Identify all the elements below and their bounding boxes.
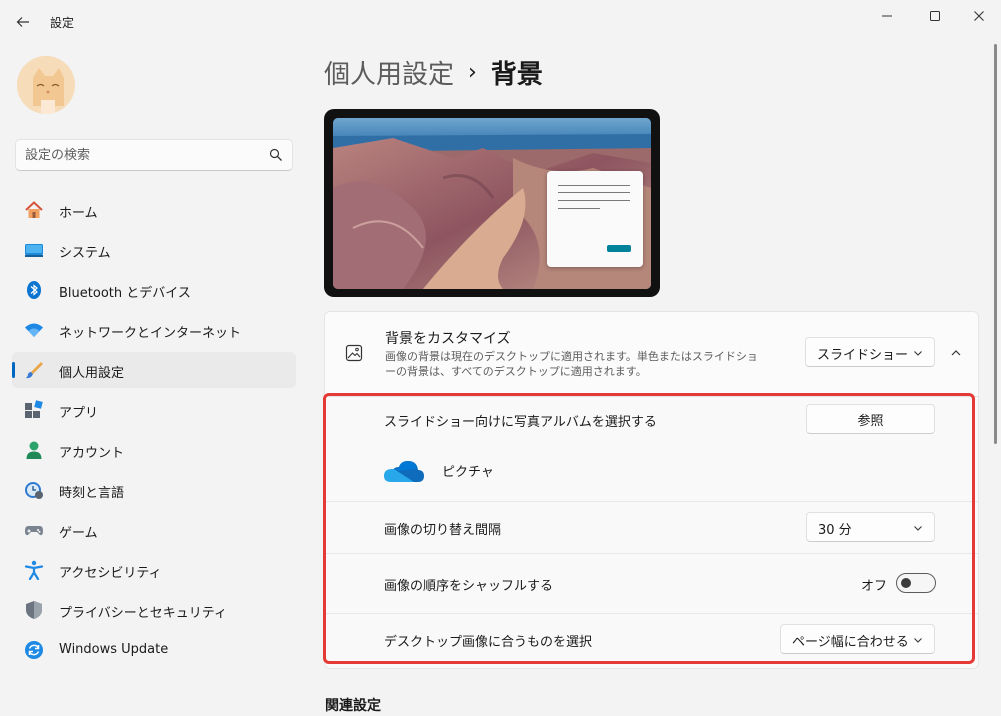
cat-avatar-icon [17, 56, 75, 114]
shuffle-row: 画像の順序をシャッフルする オフ [325, 554, 978, 614]
accessibility-icon [24, 560, 44, 580]
sidebar-item-gaming[interactable]: ゲーム [12, 512, 296, 548]
sidebar-nav: ホーム システム Bluetooth とデバイス ネットワークとインターネット … [12, 192, 296, 672]
dropdown-value: ページ幅に合わせる [792, 635, 909, 650]
sidebar-item-accounts[interactable]: アカウント [12, 432, 296, 468]
gamepad-icon [25, 526, 43, 536]
search-box [15, 139, 293, 171]
shield-icon [26, 601, 42, 619]
sidebar-item-home[interactable]: ホーム [12, 192, 296, 228]
breadcrumb-parent[interactable]: 個人用設定 [324, 54, 454, 91]
desktop-preview [324, 109, 660, 297]
bluetooth-icon [27, 281, 41, 299]
background-type-dropdown[interactable]: スライドショー [805, 337, 935, 367]
image-icon [345, 344, 363, 362]
home-icon [25, 201, 43, 218]
shuffle-toggle[interactable] [896, 573, 936, 593]
windows-update-icon [25, 641, 43, 659]
sidebar-item-system[interactable]: システム [12, 232, 296, 268]
collapse-button[interactable] [945, 342, 967, 364]
account-icon [26, 441, 42, 459]
browse-button[interactable]: 参照 [806, 404, 935, 434]
breadcrumb: 個人用設定 › 背景 [324, 54, 543, 91]
chevron-down-icon [914, 526, 922, 531]
sidebar-item-accessibility[interactable]: アクセシビリティ [12, 552, 296, 588]
sidebar-item-label: アプリ [59, 406, 99, 421]
toggle-knob [901, 578, 911, 588]
minimize-icon [882, 15, 892, 17]
brush-icon [26, 362, 43, 379]
minimize-button[interactable] [864, 3, 910, 29]
background-settings-card: 背景をカスタマイズ 画像の背景は現在のデスクトップに適用されます。単色またはスラ… [324, 311, 979, 669]
title-bar: 設定 [0, 0, 1001, 44]
time-language-icon [25, 482, 43, 499]
fit-label: デスクトップ画像に合うものを選択 [384, 635, 593, 650]
sidebar-item-apps[interactable]: アプリ [12, 392, 296, 428]
app-title: 設定 [50, 16, 75, 30]
system-icon [25, 244, 43, 257]
customize-background-header[interactable]: 背景をカスタマイズ 画像の背景は現在のデスクトップに適用されます。単色またはスラ… [325, 312, 978, 397]
chevron-up-icon [951, 350, 961, 356]
shuffle-state-label: オフ [861, 579, 888, 594]
album-name[interactable]: ピクチャ [442, 461, 494, 480]
close-button[interactable] [956, 3, 1001, 29]
maximize-button[interactable] [912, 3, 958, 29]
sidebar-item-label: ホーム [59, 206, 98, 221]
sidebar-item-label: アクセシビリティ [59, 566, 162, 581]
search-icon[interactable] [269, 148, 283, 162]
fit-row: デスクトップ画像に合うものを選択 ページ幅に合わせる [325, 614, 978, 668]
sidebar-item-label: プライバシーとセキュリティ [59, 606, 227, 621]
interval-row: 画像の切り替え間隔 30 分 [325, 502, 978, 554]
mock-text-line [558, 192, 630, 193]
mock-text-line [558, 200, 630, 201]
mock-text-line [558, 208, 600, 209]
onedrive-cloud-icon [384, 461, 424, 482]
close-icon [974, 11, 984, 21]
sidebar-item-time-language[interactable]: 時刻と言語 [12, 472, 296, 508]
dropdown-value: スライドショー [817, 348, 909, 363]
preview-window-mock [547, 171, 643, 267]
apps-icon [25, 400, 43, 418]
back-button[interactable] [12, 11, 34, 33]
sidebar-item-windows-update[interactable]: Windows Update [12, 632, 296, 668]
sidebar-item-label: 個人用設定 [59, 366, 125, 381]
fit-dropdown[interactable]: ページ幅に合わせる [780, 624, 935, 654]
wifi-icon [25, 323, 43, 337]
preview-wallpaper [333, 118, 651, 289]
breadcrumb-separator: › [468, 60, 477, 85]
sidebar-item-personalization[interactable]: 個人用設定 [12, 352, 296, 388]
avatar[interactable] [17, 56, 75, 114]
sidebar-item-label: 時刻と言語 [59, 486, 125, 501]
sidebar-item-label: ネットワークとインターネット [59, 326, 242, 341]
sidebar-item-bluetooth[interactable]: Bluetooth とデバイス [12, 272, 296, 308]
page-title: 背景 [490, 60, 543, 90]
sidebar-item-network[interactable]: ネットワークとインターネット [12, 312, 296, 348]
scrollbar[interactable] [994, 44, 997, 444]
album-row: スライドショー向けに写真アルバムを選択する 参照 ピクチャ [325, 397, 978, 502]
interval-label: 画像の切り替え間隔 [384, 523, 502, 538]
album-label: スライドショー向けに写真アルバムを選択する [384, 415, 657, 430]
mock-text-line [558, 185, 630, 186]
mock-button [607, 245, 631, 252]
sidebar-item-label: Windows Update [59, 642, 169, 657]
sidebar-item-label: ゲーム [59, 526, 98, 541]
sidebar-item-label: システム [59, 246, 111, 261]
arrow-left-icon [16, 17, 29, 27]
interval-dropdown[interactable]: 30 分 [806, 512, 935, 542]
customize-background-title: 背景をカスタマイズ [385, 331, 511, 347]
customize-background-description: 画像の背景は現在のデスクトップに適用されます。単色またはスライドショーの背景は、… [385, 350, 758, 378]
chevron-down-icon [914, 638, 922, 643]
sidebar-item-privacy[interactable]: プライバシーとセキュリティ [12, 592, 296, 628]
sidebar-item-label: アカウント [59, 446, 125, 461]
sidebar-item-label: Bluetooth とデバイス [59, 286, 191, 301]
related-settings-heading: 関連設定 [325, 698, 381, 714]
chevron-down-icon [914, 351, 922, 356]
search-input[interactable] [25, 140, 265, 170]
dropdown-value: 30 分 [818, 523, 852, 538]
maximize-icon [930, 11, 940, 21]
shuffle-label: 画像の順序をシャッフルする [384, 579, 554, 594]
